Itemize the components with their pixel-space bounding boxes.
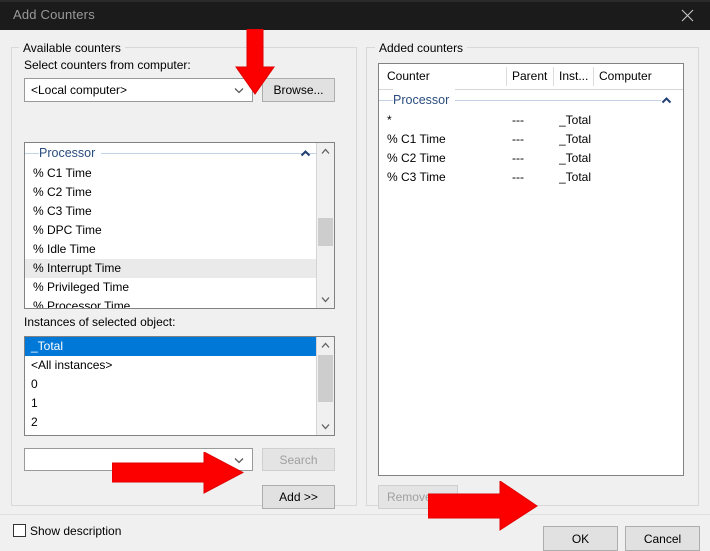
column-header-instance[interactable]: Inst... (559, 64, 597, 89)
available-counters-rows: Processor % C1 Time% C2 Time% C3 Time% D… (25, 143, 317, 308)
footer-divider (0, 514, 710, 515)
title-bar: Add Counters (0, 0, 710, 30)
cell-parent: --- (512, 113, 524, 127)
arrow-pointing-to-computer-combo-dropdown (235, 29, 275, 95)
cell-parent: --- (512, 151, 524, 165)
instances-listbox[interactable]: _Total<All instances>012345 (24, 336, 335, 436)
column-header-computer[interactable]: Computer (599, 64, 679, 89)
counter-list-item[interactable]: % C1 Time (25, 164, 317, 183)
counter-list-item[interactable]: % Idle Time (25, 240, 317, 259)
show-description-label: Show description (30, 524, 122, 538)
ok-button[interactable]: OK (543, 526, 618, 551)
added-counter-row[interactable]: * --- _Total (379, 111, 683, 130)
computer-combo-value: <Local computer> (31, 83, 128, 97)
added-counters-header: Counter Parent Inst... Computer (379, 64, 683, 90)
scrollbar-thumb[interactable] (318, 218, 333, 246)
counter-list-item[interactable]: % C3 Time (25, 202, 317, 221)
column-header-parent[interactable]: Parent (512, 64, 557, 89)
cell-counter: % C3 Time (387, 170, 446, 184)
cell-instance: _Total (559, 132, 592, 146)
select-counters-label: Select counters from computer: (24, 58, 191, 72)
arrow-pointing-to-add-button (112, 452, 244, 494)
available-counters-group-label: Available counters (19, 41, 125, 55)
instance-list-item[interactable]: _Total (25, 337, 317, 356)
added-counter-rows: * --- _Total % C1 Time --- _Total % C2 Time ---… (379, 111, 683, 187)
chevron-down-icon[interactable] (317, 291, 334, 308)
cell-counter: % C2 Time (387, 151, 446, 165)
chevron-up-icon[interactable] (300, 149, 311, 158)
added-counter-row[interactable]: % C3 Time --- _Total (379, 168, 683, 187)
show-description-checkbox[interactable] (13, 524, 26, 537)
instances-rows: _Total<All instances>012345 (25, 337, 317, 435)
counter-category-header[interactable]: Processor (25, 143, 317, 164)
cell-parent: --- (512, 170, 524, 184)
cancel-button[interactable]: Cancel (625, 526, 700, 551)
instance-list-item[interactable]: 1 (25, 394, 317, 413)
counter-list-item[interactable]: % Processor Time (25, 297, 317, 308)
added-counter-row[interactable]: % C2 Time --- _Total (379, 149, 683, 168)
cell-instance: _Total (559, 151, 592, 165)
counter-list-item[interactable]: % DPC Time (25, 221, 317, 240)
chevron-up-icon[interactable] (317, 143, 334, 160)
add-button[interactable]: Add >> (262, 485, 335, 509)
column-header-counter[interactable]: Counter (387, 64, 512, 89)
chevron-up-icon[interactable] (317, 337, 334, 354)
available-counters-listbox[interactable]: Processor % C1 Time% C2 Time% C3 Time% D… (24, 142, 335, 309)
added-category-header[interactable]: Processor (379, 89, 683, 111)
scrollbar-thumb[interactable] (318, 355, 333, 402)
instances-label: Instances of selected object: (24, 315, 176, 329)
counter-list-item[interactable]: % C2 Time (25, 183, 317, 202)
instance-items: _Total<All instances>012345 (25, 337, 317, 435)
close-icon[interactable] (664, 0, 710, 30)
computer-combo[interactable]: <Local computer> (24, 78, 253, 102)
cell-counter: * (387, 113, 392, 127)
cell-instance: _Total (559, 170, 592, 184)
counter-category-label: Processor (39, 143, 102, 164)
cell-parent: --- (512, 132, 524, 146)
instances-scrollbar[interactable] (316, 337, 334, 435)
arrow-pointing-to-ok-button (428, 481, 538, 531)
counter-list-item[interactable]: % Interrupt Time (25, 259, 317, 278)
column-divider[interactable] (593, 67, 594, 86)
cell-counter: % C1 Time (387, 132, 446, 146)
column-divider[interactable] (553, 67, 554, 86)
available-counters-scrollbar[interactable] (316, 143, 334, 308)
added-counters-listbox[interactable]: Counter Parent Inst... Computer Processo… (378, 63, 684, 476)
instance-list-item[interactable]: <All instances> (25, 356, 317, 375)
added-category-label: Processor (393, 89, 456, 111)
window-title: Add Counters (13, 7, 95, 22)
instance-list-item[interactable]: 0 (25, 375, 317, 394)
column-divider[interactable] (506, 67, 507, 86)
search-button[interactable]: Search (262, 448, 335, 471)
added-counters-rows-wrap: Processor * --- _Total% C1 Time --- _Total% … (379, 89, 683, 475)
added-counters-group-label: Added counters (375, 41, 468, 55)
added-counter-row[interactable]: % C1 Time --- _Total (379, 130, 683, 149)
title-bar-top-edge (0, 0, 710, 2)
counter-list-item[interactable]: % Privileged Time (25, 278, 317, 297)
cell-instance: _Total (559, 113, 592, 127)
dialog-body: Available counters Select counters from … (0, 30, 710, 551)
counter-items: % C1 Time% C2 Time% C3 Time% DPC Time% I… (25, 164, 317, 308)
chevron-up-icon[interactable] (661, 96, 672, 105)
instance-list-item[interactable]: 2 (25, 413, 317, 432)
instance-list-item[interactable]: 3 (25, 432, 317, 435)
chevron-down-icon[interactable] (317, 418, 334, 435)
